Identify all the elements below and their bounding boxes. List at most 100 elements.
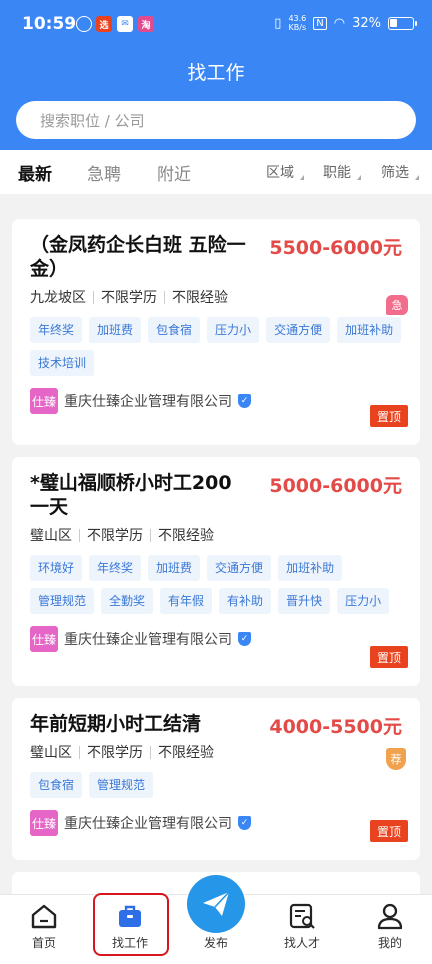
search-placeholder: 搜索职位 / 公司	[40, 111, 145, 130]
job-tag: 加班补助	[278, 555, 343, 581]
status-bar: 10:59 选 ✉ 淘 ▯ 43.6 KB/s N ◠ 32%	[0, 0, 432, 52]
urgent-badge: 急	[386, 295, 408, 315]
job-tag: 加班费	[89, 317, 142, 343]
company-name: 重庆仕臻企业管理有限公司	[64, 816, 232, 832]
job-card[interactable]: 年前短期小时工结清 4000-5500元 璧山区 不限学历 不限经验 荐 包食宿…	[12, 698, 420, 860]
job-education: 不限学历	[101, 290, 157, 306]
header: 10:59 选 ✉ 淘 ▯ 43.6 KB/s N ◠ 32% 找工作 搜索职位 …	[0, 0, 432, 150]
job-experience: 不限经验	[158, 745, 214, 761]
job-tag: 交通方便	[266, 317, 331, 343]
net-speed: 43.6 KB/s	[288, 14, 307, 32]
wifi-icon: ◠	[333, 15, 346, 31]
nav-mine[interactable]: 我的	[350, 901, 430, 951]
job-list: （金凤药企长白班 五险一金） 5500-6000元 九龙坡区 不限学历 不限经验…	[0, 194, 432, 894]
app-notify-icon	[76, 16, 92, 32]
vibrate-icon: ▯	[274, 15, 282, 31]
tab-latest[interactable]: 最新	[18, 160, 52, 185]
job-tag: 加班费	[148, 555, 201, 581]
recommend-badge: 荐	[386, 748, 406, 770]
company-row: 仕臻 重庆仕臻企业管理有限公司 ✓	[30, 810, 402, 836]
job-title: *璧山福顺桥小时工200一天	[30, 472, 232, 518]
job-tag: 晋升快	[278, 588, 331, 614]
pinned-badge: 置顶	[370, 646, 408, 668]
status-time: 10:59	[22, 14, 77, 34]
job-tag: 压力小	[337, 588, 390, 614]
job-salary: 5500-6000元	[269, 237, 402, 259]
job-tag: 环境好	[30, 555, 83, 581]
job-education: 不限学历	[87, 528, 143, 544]
job-tag: 有补助	[219, 588, 272, 614]
job-meta: 璧山区 不限学历 不限经验	[30, 742, 402, 762]
dropdown-arrow-icon	[357, 174, 361, 180]
dropdown-arrow-icon	[300, 174, 304, 180]
job-tag: 年终奖	[89, 555, 142, 581]
job-tag: 包食宿	[148, 317, 201, 343]
job-tag: 年终奖	[30, 317, 83, 343]
talent-search-icon	[287, 901, 317, 931]
job-tag: 包食宿	[30, 772, 83, 798]
job-salary: 5000-6000元	[269, 475, 402, 497]
search-input[interactable]: 搜索职位 / 公司	[16, 101, 416, 139]
company-name: 重庆仕臻企业管理有限公司	[64, 632, 232, 648]
job-district: 璧山区	[30, 528, 72, 544]
bottom-nav: 首页 找工作 发布 找人才 我的	[0, 875, 432, 964]
job-district: 九龙坡区	[30, 290, 86, 306]
tab-urgent[interactable]: 急聘	[87, 160, 121, 185]
job-tag: 加班补助	[337, 317, 402, 343]
pinned-badge: 置顶	[370, 820, 408, 842]
page: 10:59 选 ✉ 淘 ▯ 43.6 KB/s N ◠ 32% 找工作 搜索职位 …	[0, 0, 432, 964]
filter-function[interactable]: 职能	[323, 162, 361, 182]
dropdown-arrow-icon	[415, 174, 419, 180]
job-tags: 年终奖 加班费 包食宿 压力小 交通方便 加班补助 技术培训	[30, 317, 402, 376]
job-card[interactable]: （金凤药企长白班 五险一金） 5500-6000元 九龙坡区 不限学历 不限经验…	[12, 219, 420, 445]
job-salary: 4000-5500元	[269, 716, 402, 738]
company-logo: 仕臻	[30, 810, 58, 836]
job-tag: 全勤奖	[101, 588, 154, 614]
page-title: 找工作	[187, 62, 245, 84]
mail-icon: ✉	[117, 16, 133, 32]
job-tag: 有年假	[160, 588, 213, 614]
verified-icon: ✓	[238, 816, 251, 830]
user-icon	[375, 901, 405, 931]
job-title: 年前短期小时工结清	[30, 713, 202, 735]
job-tag: 技术培训	[30, 350, 95, 376]
job-tag: 管理规范	[89, 772, 154, 798]
job-tag: 交通方便	[207, 555, 272, 581]
publish-button[interactable]	[187, 875, 245, 933]
job-meta: 璧山区 不限学历 不限经验	[30, 525, 402, 545]
pinned-badge: 置顶	[370, 405, 408, 427]
home-icon	[29, 901, 59, 931]
verified-icon: ✓	[238, 394, 251, 408]
job-tags: 包食宿 管理规范	[30, 772, 402, 798]
company-row: 仕臻 重庆仕臻企业管理有限公司 ✓	[30, 388, 402, 414]
job-education: 不限学历	[87, 745, 143, 761]
job-experience: 不限经验	[158, 528, 214, 544]
battery-icon	[388, 16, 417, 30]
filter-region[interactable]: 区域	[266, 162, 304, 182]
app-pink-icon: 淘	[138, 16, 154, 32]
job-tags: 环境好 年终奖 加班费 交通方便 加班补助 管理规范 全勤奖 有年假 有补助 晋…	[30, 555, 402, 614]
app-red-icon: 选	[96, 16, 112, 32]
tab-bar: 最新 急聘 附近 区域 职能 筛选	[0, 150, 432, 194]
company-name: 重庆仕臻企业管理有限公司	[64, 394, 232, 410]
job-tag: 压力小	[207, 317, 260, 343]
highlight-box	[93, 893, 169, 956]
job-district: 璧山区	[30, 745, 72, 761]
job-tag: 管理规范	[30, 588, 95, 614]
job-title: （金凤药企长白班 五险一金）	[30, 234, 246, 280]
company-logo: 仕臻	[30, 626, 58, 652]
tab-nearby[interactable]: 附近	[157, 160, 191, 185]
status-right: ▯ 43.6 KB/s N ◠ 32%	[274, 14, 417, 32]
paper-plane-icon	[203, 891, 230, 916]
job-card[interactable]: *璧山福顺桥小时工200一天 5000-6000元 璧山区 不限学历 不限经验 …	[12, 457, 420, 686]
job-experience: 不限经验	[172, 290, 228, 306]
filter-screen[interactable]: 筛选	[381, 162, 419, 182]
nav-home[interactable]: 首页	[4, 901, 84, 951]
nfc-icon: N	[313, 16, 327, 30]
verified-icon: ✓	[238, 632, 251, 646]
company-logo: 仕臻	[30, 388, 58, 414]
nav-find-talent[interactable]: 找人才	[262, 901, 342, 951]
company-row: 仕臻 重庆仕臻企业管理有限公司 ✓	[30, 626, 402, 652]
job-meta: 九龙坡区 不限学历 不限经验	[30, 287, 402, 307]
battery-text: 32%	[352, 15, 381, 31]
